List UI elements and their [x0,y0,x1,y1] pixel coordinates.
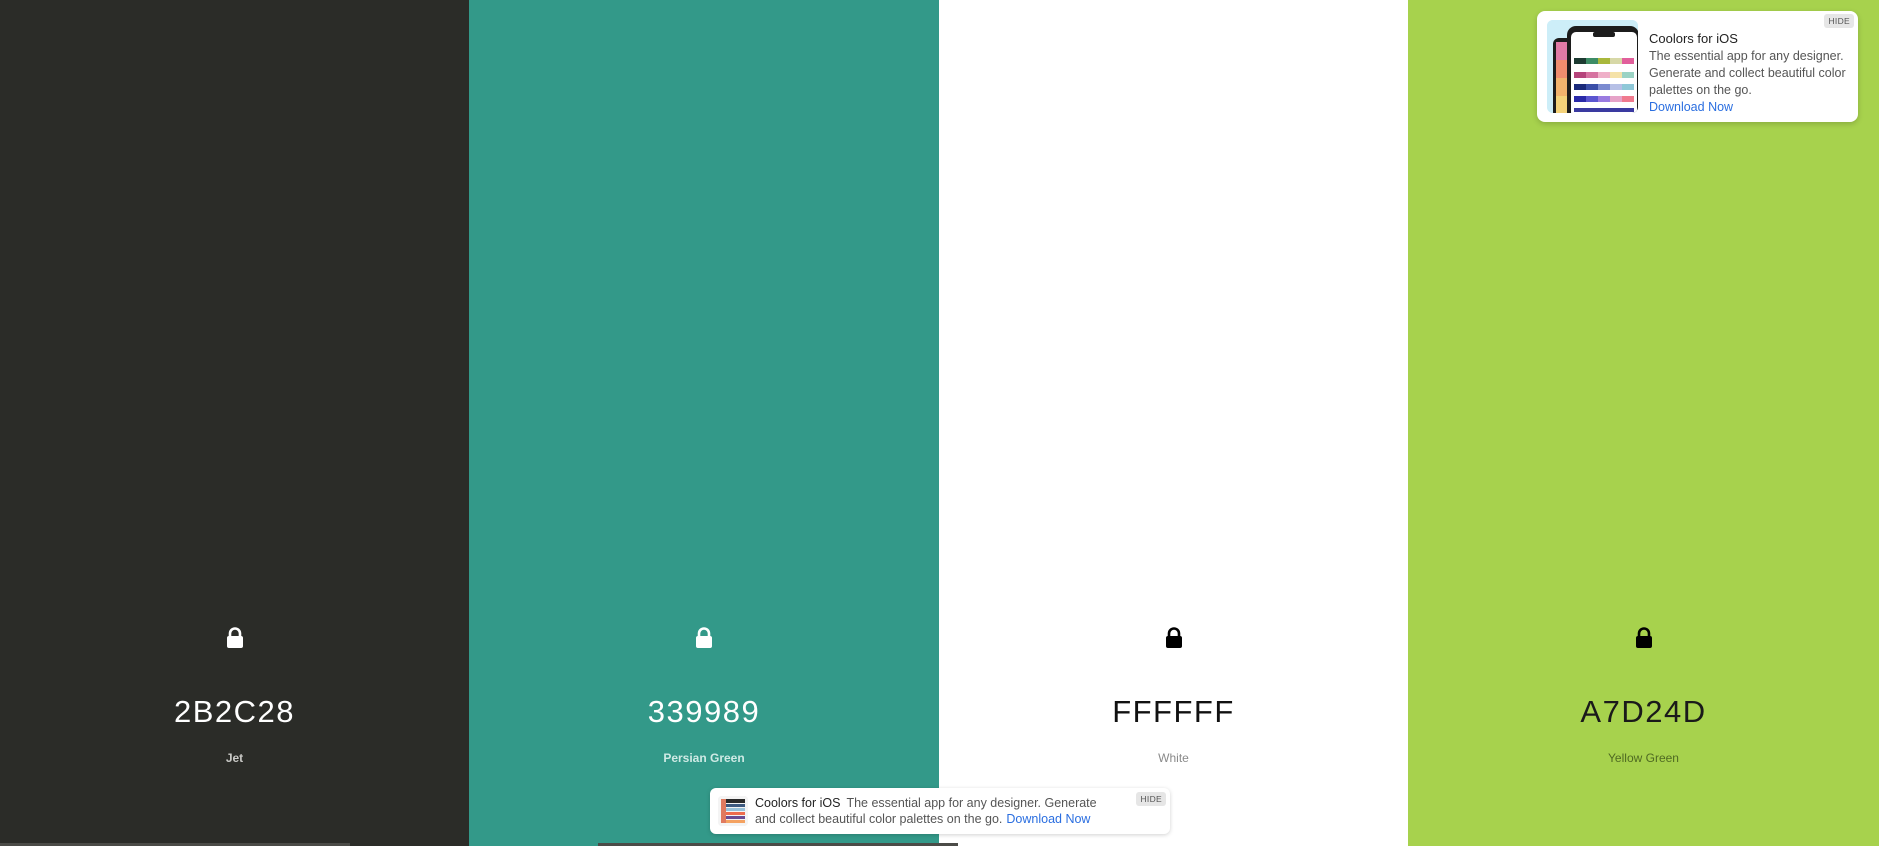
hex-code[interactable]: FFFFFF [939,690,1408,734]
ad-bar-text: Coolors for iOS The essential app for any… [755,795,1117,827]
hide-ad-button[interactable]: HIDE [1824,14,1854,28]
color-name[interactable]: Jet [0,750,469,766]
hex-code[interactable]: A7D24D [1408,690,1879,734]
ad-body: The essential app for any designer. Gene… [1649,49,1846,97]
palette: 2B2C28 Jet 339989 Persian Green FFFFFF W… [0,0,1879,846]
ad-bar[interactable]: Coolors for iOS The essential app for any… [710,788,1170,834]
lock-button[interactable] [221,624,249,652]
hex-code[interactable]: 339989 [469,690,939,734]
color-swatch-2[interactable]: 339989 Persian Green [469,0,939,846]
ad-bar-download-link[interactable]: Download Now [1006,812,1090,826]
color-swatch-3[interactable]: FFFFFF White [939,0,1408,846]
phone-app-preview-icon[interactable] [1547,20,1638,113]
hide-ad-bar-button[interactable]: HIDE [1136,792,1166,806]
lock-button[interactable] [690,624,718,652]
ad-bar-title[interactable]: Coolors for iOS [755,796,840,810]
color-name[interactable]: Yellow Green [1408,750,1879,766]
ad-card[interactable]: Coolors for iOS The essential app for an… [1537,11,1858,122]
lock-button[interactable] [1160,624,1188,652]
color-swatch-1[interactable]: 2B2C28 Jet [0,0,469,846]
lock-icon [1165,627,1182,648]
color-swatch-4[interactable]: A7D24D Yellow Green [1408,0,1879,846]
color-name[interactable]: White [939,750,1408,766]
ad-title[interactable]: Coolors for iOS [1649,30,1738,47]
color-name[interactable]: Persian Green [469,750,939,766]
lock-icon [226,627,243,648]
palette-app-icon[interactable] [718,796,748,826]
lock-icon [696,627,712,648]
download-now-link[interactable]: Download Now [1649,99,1733,116]
lock-button[interactable] [1630,624,1658,652]
lock-icon [1635,627,1652,648]
hex-code[interactable]: 2B2C28 [0,690,469,734]
